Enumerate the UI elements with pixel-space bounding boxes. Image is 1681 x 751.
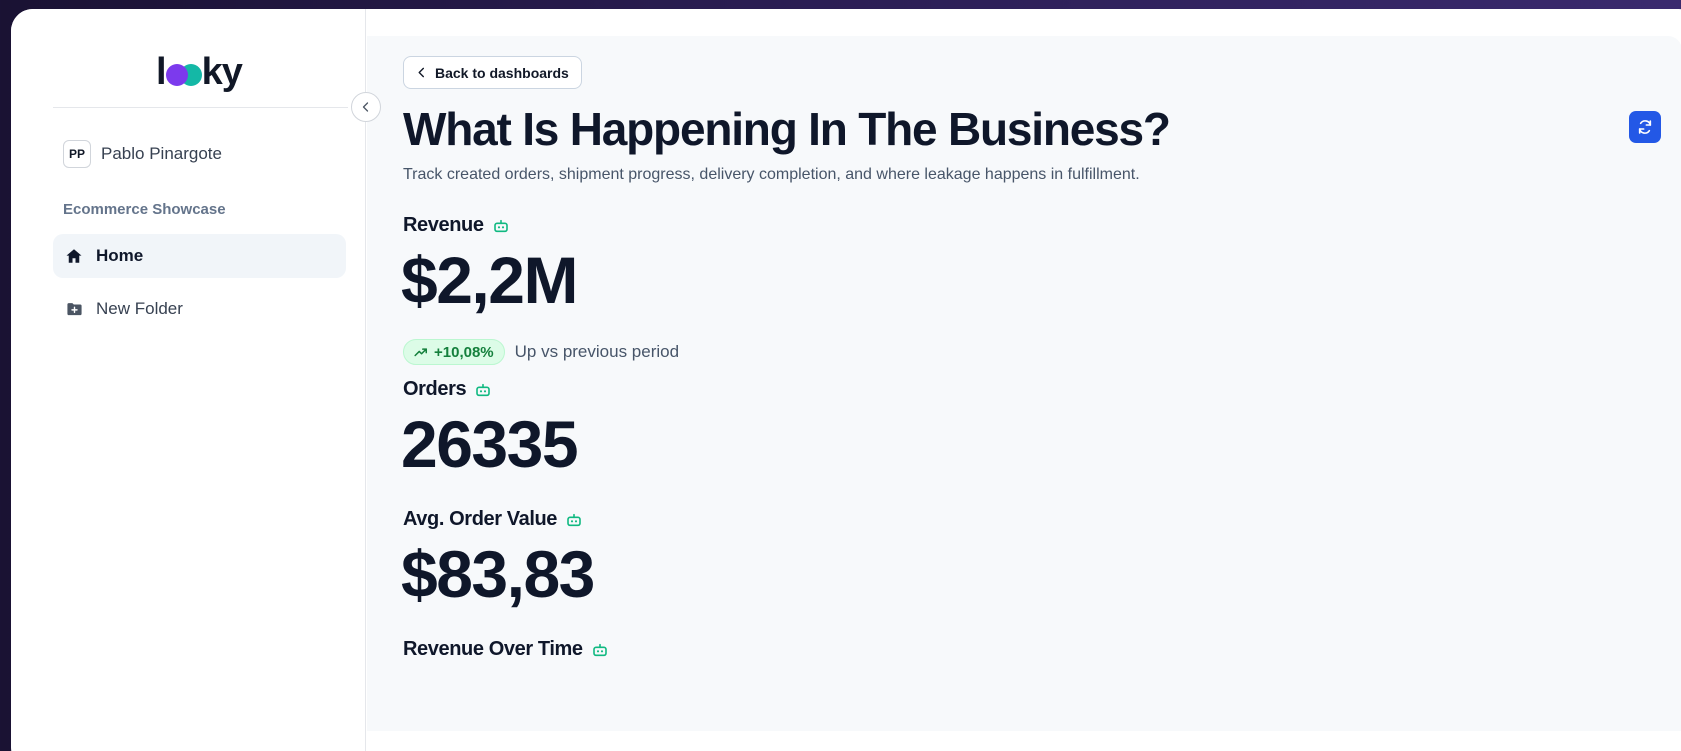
folder-plus-icon — [64, 299, 84, 319]
orders-value: 26335 — [401, 407, 579, 481]
user-profile[interactable]: PP Pablo Pinargote — [63, 140, 222, 168]
sidebar-item-label: Home — [96, 246, 144, 265]
revenue-over-time-label: Revenue Over Time — [403, 638, 609, 661]
orders-label: Orders — [403, 378, 492, 401]
page-subtitle: Track created orders, shipment progress,… — [403, 166, 1140, 183]
refresh-button[interactable] — [1629, 111, 1661, 143]
back-to-dashboards-button[interactable]: Back to dashboards — [403, 56, 582, 89]
ai-bot-icon[interactable] — [565, 511, 583, 529]
sidebar-item-label: New Folder — [96, 299, 183, 318]
revenue-delta-row: +10,08% Up vs previous period — [403, 339, 679, 365]
ai-bot-icon[interactable] — [474, 381, 492, 399]
collapse-sidebar-button[interactable] — [351, 92, 381, 122]
delta-badge: +10,08% — [403, 339, 505, 365]
sidebar-item-new-folder[interactable]: New Folder — [53, 287, 346, 331]
user-name: Pablo Pinargote — [101, 144, 222, 163]
revenue-value: $2,2M — [401, 243, 578, 317]
logo-text-l: l — [156, 51, 167, 93]
metric-label-text: Orders — [403, 378, 467, 400]
workspace-section-label: Ecommerce Showcase — [63, 201, 226, 218]
delta-value: +10,08% — [434, 343, 494, 361]
aov-label: Avg. Order Value — [403, 508, 583, 531]
sidebar-item-home[interactable]: Home — [53, 234, 346, 278]
sidebar: l ky PP Pablo Pinargote Ecommerce Showca… — [11, 9, 366, 751]
revenue-label: Revenue — [403, 214, 510, 237]
looky-logo[interactable]: l ky — [156, 51, 243, 93]
dashboard-main: Back to dashboards What Is Happening In … — [367, 36, 1681, 731]
ai-bot-icon[interactable] — [591, 641, 609, 659]
chevron-left-icon — [362, 102, 369, 112]
ai-bot-icon[interactable] — [492, 217, 510, 235]
back-button-label: Back to dashboards — [435, 64, 569, 81]
logo-circle-purple — [165, 64, 188, 86]
trending-up-icon — [414, 348, 428, 357]
sidebar-divider — [53, 107, 348, 108]
home-icon — [64, 246, 84, 266]
metric-label-text: Revenue — [403, 214, 484, 236]
delta-description: Up vs previous period — [514, 342, 680, 361]
aov-value: $83,83 — [401, 537, 595, 611]
metric-label-text: Revenue Over Time — [403, 638, 583, 660]
metric-label-text: Avg. Order Value — [403, 508, 558, 530]
avatar: PP — [63, 140, 91, 168]
logo-text-rest: ky — [201, 51, 243, 93]
page-title: What Is Happening In The Business? — [403, 103, 1171, 155]
refresh-icon — [1638, 120, 1652, 134]
chevron-left-icon — [418, 67, 425, 78]
app-window: l ky PP Pablo Pinargote Ecommerce Showca… — [11, 9, 1681, 751]
